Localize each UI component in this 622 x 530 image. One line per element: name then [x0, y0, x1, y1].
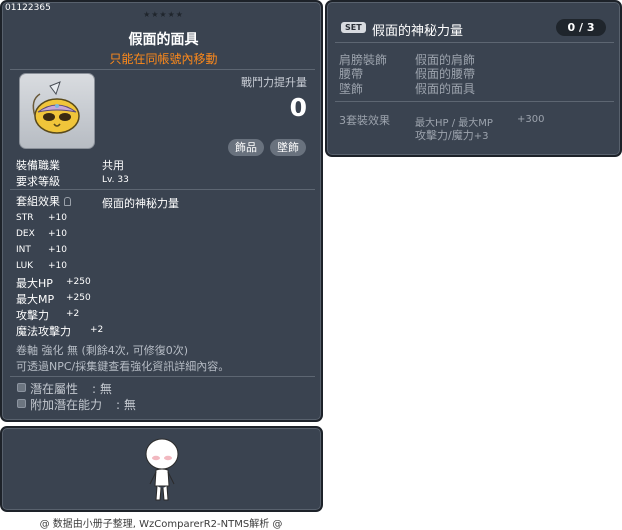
set-slot: 墜飾	[339, 82, 364, 96]
additional-potential-value: : 無	[116, 398, 136, 412]
set-info-panel: SET 假面的神秘力量 0 / 3 肩膀裝飾 假面的肩飾 腰帶 假面的腰帶 墜飾…	[325, 0, 622, 157]
set-count-badge: 0 / 3	[556, 19, 606, 36]
stat-label: 最大MP	[16, 293, 55, 306]
stat-value: +10	[48, 245, 67, 255]
set-effect-label-text: 套組效果	[16, 195, 60, 208]
npc-info: 可透過NPC/採集鍵查看強化資訊詳細內容。	[16, 360, 230, 373]
set-effect-name: 假面的神秘力量	[102, 197, 179, 210]
character-avatar	[145, 438, 179, 501]
divider	[335, 42, 614, 43]
mask-icon	[32, 81, 80, 134]
stat-value: +10	[48, 261, 67, 271]
stat-value: +250	[66, 293, 91, 303]
tag-pendant: 墜飾	[270, 139, 306, 156]
additional-potential-label: 附加潛在能力	[30, 398, 103, 412]
stat-label: 魔法攻擊力	[16, 325, 71, 338]
stat-value: +10	[48, 229, 67, 239]
stat-label: LUK	[16, 261, 34, 271]
stat-value: +2	[66, 309, 80, 319]
trade-restriction: 只能在同帳號內移動	[109, 52, 218, 66]
divider	[335, 101, 614, 102]
item-tooltip-panel: 01122365 ★★★★★ 假面的面具 只能在同帳號內移動 戰鬥力提升量 0 …	[0, 0, 323, 422]
divider	[10, 189, 315, 190]
potential-value: : 無	[92, 382, 112, 396]
job-label: 裝備職業	[16, 159, 60, 172]
stat-value: +250	[66, 277, 91, 287]
stat-label: INT	[16, 245, 31, 255]
set-effect-value: +3	[473, 131, 489, 142]
stat-label: 最大HP	[16, 277, 53, 290]
set-effect-count-label: 3套裝效果	[339, 114, 390, 127]
set-title: 假面的神秘力量	[372, 24, 464, 39]
divider	[10, 376, 315, 377]
set-effect-label-text: 攻擊力/魔力	[415, 129, 474, 142]
star-force-stars: ★★★★★	[143, 10, 184, 19]
job-value: 共用	[102, 159, 124, 172]
stat-value: +10	[48, 213, 67, 223]
stat-value: +2	[90, 325, 104, 335]
character-preview-panel	[0, 426, 323, 512]
tag-accessory: 飾品	[228, 139, 264, 156]
footer-credit: @ 数据由小册子整理, WzComparerR2-NTMS解析 @	[39, 519, 283, 530]
stat-label: STR	[16, 213, 34, 223]
divider	[10, 69, 315, 70]
set-item-name: 假面的面具	[415, 82, 476, 96]
lock-icon	[64, 197, 71, 206]
power-increase-label: 戰鬥力提升量	[241, 76, 307, 89]
potential-label: 潛在屬性	[30, 382, 79, 396]
set-effect-label: 攻擊力/魔力+3	[415, 127, 488, 143]
set-effect-value: +300	[517, 114, 545, 125]
scroll-info: 卷軸 強化 無 (剩餘4次, 可修復0次)	[16, 344, 189, 357]
item-name: 假面的面具	[128, 32, 199, 48]
item-icon	[19, 73, 95, 149]
power-increase-value: 0	[289, 93, 307, 122]
set-badge: SET	[341, 22, 366, 33]
level-value: Lv. 33	[102, 175, 129, 185]
level-label: 要求等級	[16, 175, 60, 188]
stat-label: 攻擊力	[16, 309, 49, 322]
set-effect-label: 套組效果	[16, 193, 71, 209]
potential-icon	[17, 383, 26, 392]
additional-potential-icon	[17, 399, 26, 408]
stat-label: DEX	[16, 229, 35, 239]
